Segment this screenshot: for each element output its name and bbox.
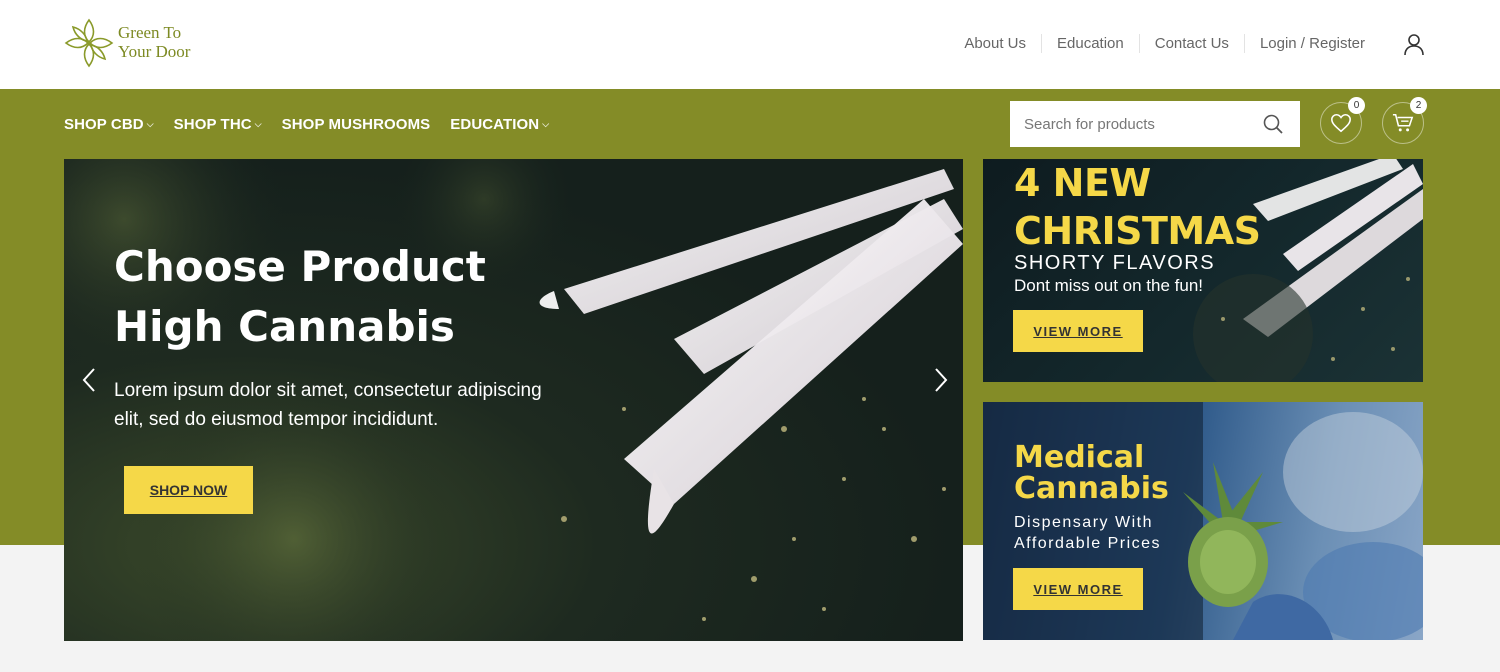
main-nav-bar: SHOP CBD ⌵ SHOP THC ⌵ SHOP MUSHROOMS EDU… bbox=[0, 89, 1500, 159]
chevron-left-icon bbox=[82, 368, 95, 392]
heart-icon bbox=[1331, 113, 1351, 133]
contact-us-link[interactable]: Contact Us bbox=[1138, 34, 1244, 53]
site-logo[interactable]: Green To Your Door bbox=[62, 16, 190, 70]
banner2-title-line-1: Medical bbox=[1014, 440, 1145, 475]
hero-title-line-1: Choose Product bbox=[114, 242, 486, 291]
chevron-down-icon: ⌵ bbox=[146, 118, 154, 129]
banner1-tagline: Dont miss out on the fun! bbox=[1014, 276, 1203, 295]
nav-education-label: EDUCATION bbox=[450, 115, 540, 133]
chevron-right-icon bbox=[935, 368, 948, 392]
chevron-down-icon: ⌵ bbox=[542, 118, 550, 129]
medical-cannabis-banner[interactable]: Medical Cannabis Dispensary With Afforda… bbox=[983, 402, 1423, 640]
banner1-title-line-2: CHRISTMAS bbox=[1014, 209, 1261, 253]
nav-shop-mushrooms[interactable]: SHOP MUSHROOMS bbox=[282, 116, 431, 133]
nav-shop-cbd[interactable]: SHOP CBD ⌵ bbox=[64, 116, 154, 133]
cart-count-badge: 2 bbox=[1410, 97, 1427, 114]
nav-shop-thc[interactable]: SHOP THC ⌵ bbox=[174, 116, 262, 133]
leaf-logo-icon bbox=[64, 18, 114, 68]
hero-slider: Choose Product High Cannabis Lorem ipsum… bbox=[64, 159, 963, 641]
shop-now-button[interactable]: SHOP NOW bbox=[124, 466, 253, 514]
nav-shop-cbd-label: SHOP CBD bbox=[64, 115, 144, 133]
banner2-subtitle: Dispensary With Affordable Prices bbox=[1014, 512, 1204, 554]
top-header: Green To Your Door About Us Education Co… bbox=[0, 0, 1500, 89]
banner2-subtitle-line-2: Affordable Prices bbox=[1014, 535, 1162, 552]
about-us-link[interactable]: About Us bbox=[949, 34, 1041, 53]
main-menu: SHOP CBD ⌵ SHOP THC ⌵ SHOP MUSHROOMS EDU… bbox=[64, 89, 569, 159]
hero-description: Lorem ipsum dolor sit amet, consectetur … bbox=[114, 376, 614, 434]
login-register-link[interactable]: Login / Register bbox=[1243, 34, 1380, 53]
cart-button[interactable]: 2 bbox=[1382, 97, 1427, 144]
nav-shop-thc-label: SHOP THC bbox=[173, 115, 252, 133]
hero-title: Choose Product High Cannabis bbox=[114, 237, 486, 357]
slider-prev-arrow[interactable] bbox=[76, 363, 106, 397]
brand-name: Green To Your Door bbox=[118, 23, 190, 61]
product-search bbox=[1010, 101, 1300, 147]
banner1-view-more-button[interactable]: VIEW MORE bbox=[1013, 310, 1143, 352]
brand-line-2: Your Door bbox=[118, 42, 191, 61]
banner1-subtitle: SHORTY FLAVORS bbox=[1014, 252, 1216, 274]
nav-shop-mushrooms-label: SHOP MUSHROOMS bbox=[281, 115, 431, 133]
slider-next-arrow[interactable] bbox=[924, 363, 954, 397]
user-account-icon[interactable] bbox=[1402, 32, 1426, 56]
search-icon[interactable] bbox=[1262, 113, 1284, 135]
hero-text-line-1: Lorem ipsum dolor sit amet, consectetur … bbox=[114, 380, 542, 401]
hero-text-line-2: elit, sed do eiusmod tempor incididunt. bbox=[114, 409, 439, 430]
cart-icon bbox=[1392, 113, 1414, 132]
wishlist-button[interactable]: 0 bbox=[1320, 97, 1365, 144]
banner2-title: Medical Cannabis bbox=[1014, 442, 1169, 504]
chevron-down-icon: ⌵ bbox=[254, 118, 262, 129]
christmas-flavors-banner[interactable]: 4 NEW CHRISTMAS SHORTY FLAVORS Dont miss… bbox=[983, 159, 1423, 382]
nav-education[interactable]: EDUCATION ⌵ bbox=[450, 116, 549, 133]
education-link[interactable]: Education bbox=[1041, 34, 1139, 53]
banner2-title-line-2: Cannabis bbox=[1014, 471, 1169, 506]
banner2-view-more-button[interactable]: VIEW MORE bbox=[1013, 568, 1143, 610]
banner1-title-line-1: 4 NEW bbox=[1014, 161, 1151, 205]
wishlist-count-badge: 0 bbox=[1348, 97, 1365, 114]
hero-title-line-2: High Cannabis bbox=[114, 302, 455, 351]
search-input[interactable] bbox=[1010, 101, 1250, 147]
brand-line-1: Green To bbox=[118, 23, 182, 42]
banner1-title: 4 NEW CHRISTMAS bbox=[1014, 159, 1261, 255]
banner2-subtitle-line-1: Dispensary With bbox=[1014, 514, 1153, 531]
top-links: About Us Education Contact Us Login / Re… bbox=[949, 34, 1380, 53]
